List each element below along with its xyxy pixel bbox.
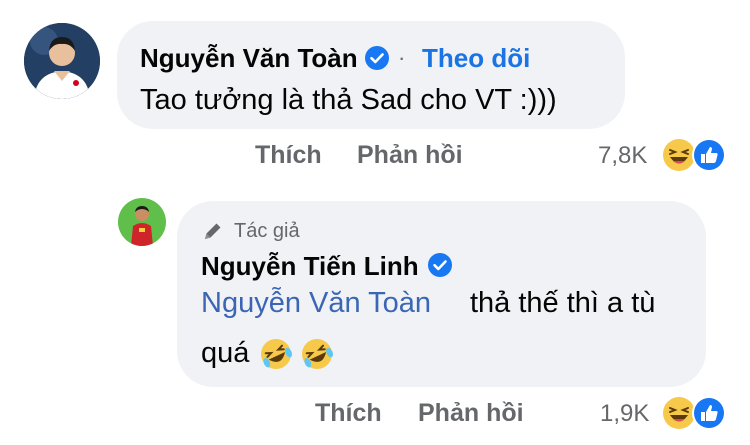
mention-link[interactable]: Nguyễn Văn Toàn xyxy=(201,287,431,320)
rofl-emoji-icon xyxy=(297,334,337,379)
avatar-nguyen-tien-linh[interactable] xyxy=(118,198,166,246)
verified-badge-icon xyxy=(364,45,390,76)
pen-icon xyxy=(201,219,225,248)
like-button[interactable]: Thích xyxy=(255,141,322,170)
follow-button[interactable]: Theo dõi xyxy=(422,43,530,74)
reply-text-line1: thả thế thì a tù xyxy=(470,287,656,319)
reaction-count[interactable]: 7,8K xyxy=(598,142,647,170)
reaction-count[interactable]: 1,9K xyxy=(600,400,649,428)
avatar-nguyen-van-toan[interactable] xyxy=(24,23,100,99)
reply-button[interactable]: Phản hồi xyxy=(357,141,463,170)
like-reaction-icon xyxy=(691,395,727,436)
like-button[interactable]: Thích xyxy=(315,399,382,428)
reply-author-name[interactable]: Nguyễn Tiến Linh xyxy=(201,251,419,282)
rofl-emoji-icon xyxy=(256,334,296,379)
like-reaction-icon xyxy=(691,137,727,178)
separator-dot: · xyxy=(398,45,406,70)
reply-button[interactable]: Phản hồi xyxy=(418,399,524,428)
reply-text-line2: quá xyxy=(201,337,250,369)
verified-badge-icon xyxy=(427,252,453,283)
author-badge: Tác giả xyxy=(234,220,300,242)
comment-author-name[interactable]: Nguyễn Văn Toàn xyxy=(140,43,358,74)
comment-text: Tao tưởng là thả Sad cho VT :))) xyxy=(140,84,557,116)
